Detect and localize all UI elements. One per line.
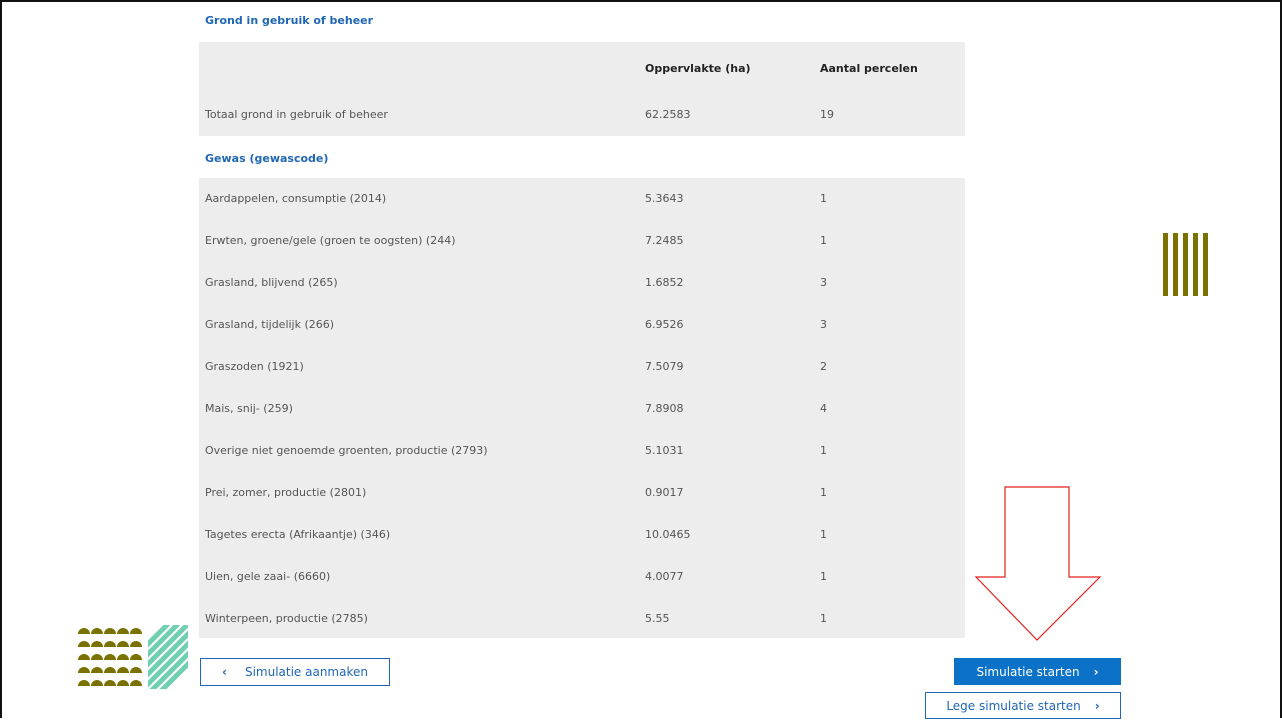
- grond-panel: Oppervlakte (ha) Aantal percelen Totaal …: [199, 42, 965, 136]
- crop-name: Aardappelen, consumptie (2014): [205, 192, 387, 205]
- crop-area: 5.1031: [645, 444, 684, 457]
- total-label: Totaal grond in gebruik of beheer: [205, 108, 388, 121]
- empty-simulation-button[interactable]: Lege simulatie starten ›: [925, 692, 1121, 719]
- crop-count: 2: [820, 360, 827, 373]
- crop-area: 5.55: [645, 612, 670, 625]
- table-row: Tagetes erecta (Afrikaantje) (346) 10.04…: [199, 514, 965, 556]
- crop-count: 1: [820, 528, 827, 541]
- crop-area: 1.6852: [645, 276, 684, 289]
- crop-area: 0.9017: [645, 486, 684, 499]
- section-title-gewas: Gewas (gewascode): [205, 152, 329, 165]
- crop-name: Prei, zomer, productie (2801): [205, 486, 367, 499]
- table-row: Grasland, tijdelijk (266) 6.9526 3: [199, 304, 965, 346]
- crop-count: 1: [820, 444, 827, 457]
- crop-area: 7.8908: [645, 402, 684, 415]
- crop-area: 5.3643: [645, 192, 684, 205]
- chevron-right-icon: ›: [1094, 698, 1100, 713]
- crop-count: 1: [820, 570, 827, 583]
- crop-count: 3: [820, 318, 827, 331]
- crop-count: 1: [820, 234, 827, 247]
- start-simulation-button[interactable]: Simulatie starten ›: [954, 658, 1121, 685]
- table-row: Overige niet genoemde groenten, producti…: [199, 430, 965, 472]
- column-header-area: Oppervlakte (ha): [645, 62, 751, 75]
- total-area: 62.2583: [645, 108, 691, 121]
- chevron-right-icon: ›: [1093, 664, 1099, 679]
- crop-name: Mais, snij- (259): [205, 402, 293, 415]
- crop-count: 1: [820, 192, 827, 205]
- total-count: 19: [820, 108, 834, 121]
- crop-area: 7.2485: [645, 234, 684, 247]
- table-row: Erwten, groene/gele (groen te oogsten) (…: [199, 220, 965, 262]
- crop-name: Grasland, tijdelijk (266): [205, 318, 335, 331]
- crop-count: 3: [820, 276, 827, 289]
- table-row: Grasland, blijvend (265) 1.6852 3: [199, 262, 965, 304]
- crop-area: 7.5079: [645, 360, 684, 373]
- empty-simulation-label: Lege simulatie starten: [946, 698, 1081, 713]
- grond-header-row: Oppervlakte (ha) Aantal percelen: [199, 48, 965, 90]
- crop-area: 10.0465: [645, 528, 691, 541]
- crop-name: Overige niet genoemde groenten, producti…: [205, 444, 488, 457]
- crop-name: Winterpeen, productie (2785): [205, 612, 368, 625]
- bars-decoration-icon: [1163, 233, 1208, 296]
- chevron-left-icon: ‹: [222, 665, 227, 679]
- crop-name: Uien, gele zaai- (6660): [205, 570, 331, 583]
- crop-area: 6.9526: [645, 318, 684, 331]
- crop-name: Tagetes erecta (Afrikaantje) (346): [205, 528, 391, 541]
- crop-area: 4.0077: [645, 570, 684, 583]
- back-button[interactable]: ‹ Simulatie aanmaken: [200, 658, 390, 686]
- crop-name: Grasland, blijvend (265): [205, 276, 338, 289]
- table-row: Mais, snij- (259) 7.8908 4: [199, 388, 965, 430]
- back-button-label: Simulatie aanmaken: [244, 665, 368, 679]
- down-arrow-annotation-icon: [974, 486, 1102, 641]
- crop-count: 1: [820, 612, 827, 625]
- crop-count: 1: [820, 486, 827, 499]
- table-row: Aardappelen, consumptie (2014) 5.3643 1: [199, 178, 965, 220]
- grond-total-row: Totaal grond in gebruik of beheer 62.258…: [199, 94, 965, 136]
- crop-count: 4: [820, 402, 827, 415]
- table-row: Uien, gele zaai- (6660) 4.0077 1: [199, 556, 965, 598]
- gewas-panel: Aardappelen, consumptie (2014) 5.3643 1 …: [199, 178, 965, 638]
- section-title-grond: Grond in gebruik of beheer: [205, 14, 374, 27]
- pattern-decoration-icon: [78, 625, 188, 689]
- column-header-count: Aantal percelen: [820, 62, 918, 75]
- table-row: Prei, zomer, productie (2801) 0.9017 1: [199, 472, 965, 514]
- table-row: Winterpeen, productie (2785) 5.55 1: [199, 598, 965, 640]
- crop-name: Graszoden (1921): [205, 360, 304, 373]
- start-simulation-label: Simulatie starten: [976, 664, 1080, 679]
- table-row: Graszoden (1921) 7.5079 2: [199, 346, 965, 388]
- crop-name: Erwten, groene/gele (groen te oogsten) (…: [205, 234, 456, 247]
